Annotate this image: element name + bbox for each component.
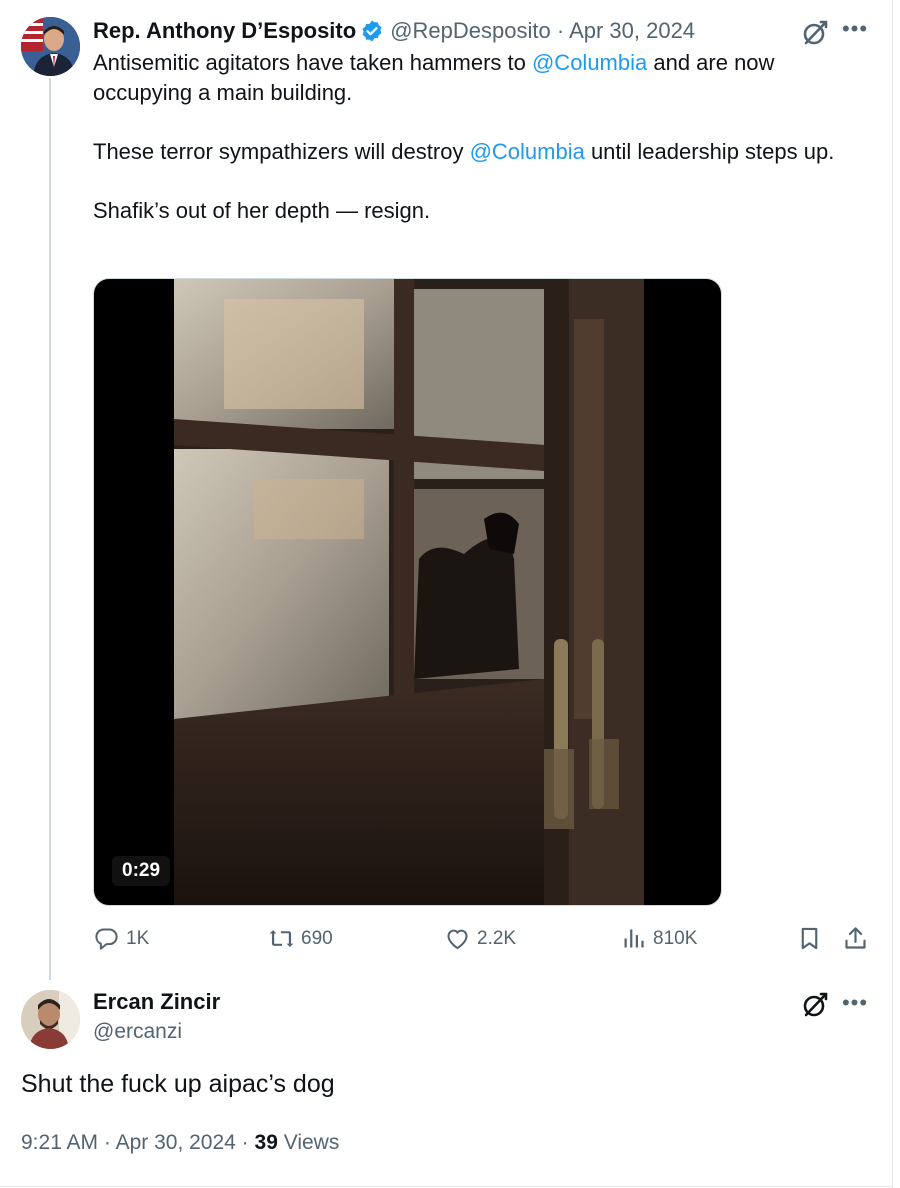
tweet-paragraph-3: Shafik’s out of her depth — resign. [93, 198, 431, 223]
author-name[interactable]: Rep. Anthony D’Esposito [93, 18, 356, 44]
mention-link[interactable]: @Columbia [532, 50, 647, 75]
more-icon[interactable]: ••• [840, 14, 870, 44]
reply-date[interactable]: Apr 30, 2024 [116, 1131, 236, 1154]
reply-metadata: 9:21 AM · Apr 30, 2024 · 39 Views [21, 1131, 340, 1154]
views-count: 810K [653, 927, 698, 949]
tweet-actions-bar: 1K 690 2.2K 810K [0, 925, 900, 955]
reply-author-avatar[interactable] [21, 990, 80, 1049]
retweet-button[interactable]: 690 [268, 925, 333, 952]
tweet-text: Antisemitic agitators have taken hammers… [93, 48, 853, 255]
views-button[interactable]: 810K [620, 925, 697, 952]
retweet-icon [269, 930, 294, 947]
thread-connector-line [49, 78, 51, 980]
grok-icon[interactable] [800, 990, 830, 1020]
author-avatar[interactable] [21, 17, 80, 76]
retweet-count: 690 [301, 927, 333, 949]
tweet-header: Rep. Anthony D’Esposito @RepDesposito · … [93, 16, 695, 46]
grok-icon[interactable] [800, 18, 830, 48]
reply-time[interactable]: 9:21 AM [21, 1131, 98, 1154]
reply-icon [95, 928, 118, 950]
reply-views-label: Views [277, 1131, 340, 1154]
reply-author-name[interactable]: Ercan Zincir [93, 989, 220, 1015]
like-count: 2.2K [477, 927, 517, 949]
right-border [892, 0, 893, 1188]
author-handle[interactable]: @RepDesposito [390, 18, 551, 43]
like-button[interactable]: 2.2K [444, 925, 516, 952]
views-icon [624, 929, 644, 948]
reply-views-count: 39 [254, 1131, 278, 1154]
share-icon [845, 927, 866, 949]
bottom-divider [0, 1186, 892, 1187]
reply-author-handle[interactable]: @ercanzi [93, 1020, 182, 1044]
like-icon [447, 929, 468, 950]
video-player[interactable] [93, 278, 722, 906]
more-icon[interactable]: ••• [840, 988, 870, 1018]
separator: · [550, 18, 570, 43]
tweet-paragraph-1: Antisemitic agitators have taken hammers… [93, 50, 775, 105]
verified-badge-icon [360, 19, 384, 43]
reply-button[interactable]: 1K [93, 925, 149, 952]
bookmark-icon [801, 927, 818, 950]
bookmark-button[interactable] [796, 925, 829, 952]
reply-count: 1K [126, 927, 150, 949]
share-button[interactable] [842, 925, 875, 952]
tweet-date[interactable]: Apr 30, 2024 [569, 18, 695, 43]
video-frame[interactable] [174, 279, 644, 905]
tweet-paragraph-2: These terror sympathizers will destroy @… [93, 139, 835, 164]
mention-link[interactable]: @Columbia [470, 139, 585, 164]
video-duration-badge: 0:29 [112, 856, 171, 886]
reply-text: Shut the fuck up aipac’s dog [21, 1070, 335, 1098]
